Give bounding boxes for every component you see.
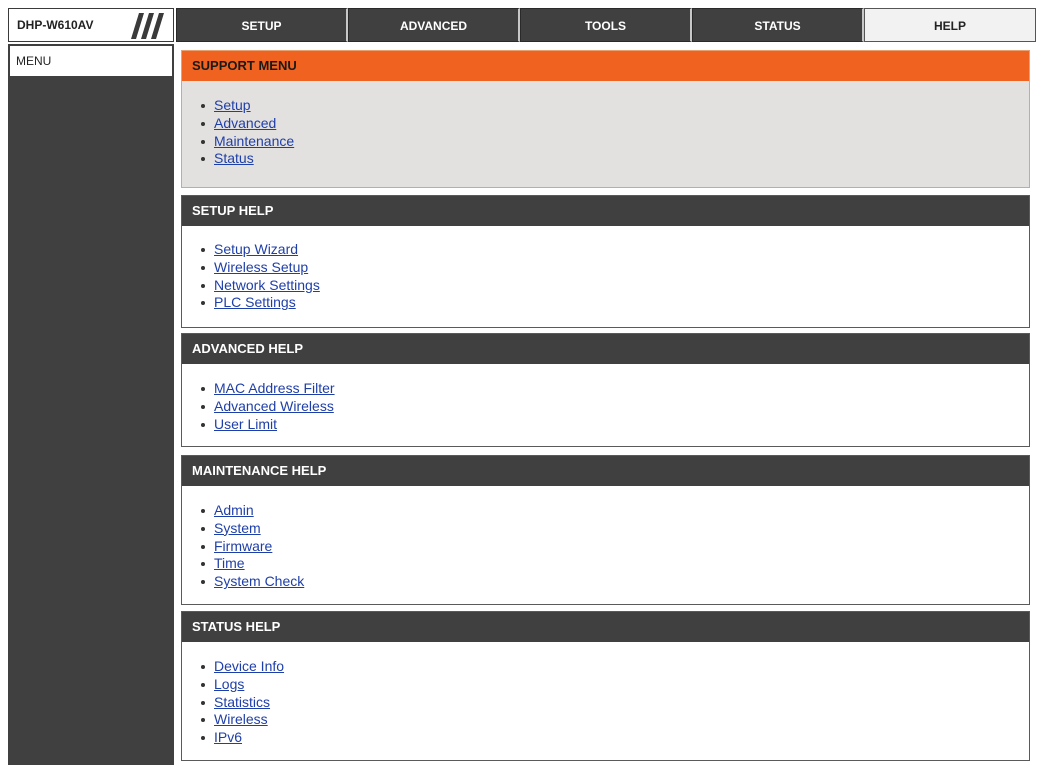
support-menu-panel: SUPPORT MENU Setup Advanced Maintenance … bbox=[181, 50, 1030, 188]
link-network-settings[interactable]: Network Settings bbox=[214, 277, 320, 293]
list-item: Status bbox=[201, 150, 1029, 168]
list-item: System bbox=[201, 520, 1029, 538]
support-menu-list: Setup Advanced Maintenance Status bbox=[182, 81, 1029, 168]
setup-help-title: SETUP HELP bbox=[182, 196, 1029, 226]
list-item: Setup Wizard bbox=[201, 241, 1029, 259]
link-wireless-setup[interactable]: Wireless Setup bbox=[214, 259, 308, 275]
link-plc-settings[interactable]: PLC Settings bbox=[214, 294, 296, 310]
list-item: Device Info bbox=[201, 658, 1029, 676]
link-logs[interactable]: Logs bbox=[214, 676, 244, 692]
sidebar-item-menu[interactable]: MENU bbox=[10, 46, 172, 76]
list-item: Wireless Setup bbox=[201, 259, 1029, 277]
model-name: DHP-W610AV bbox=[17, 18, 94, 32]
link-status[interactable]: Status bbox=[214, 150, 254, 166]
list-item: Time bbox=[201, 555, 1029, 573]
advanced-help-panel: ADVANCED HELP MAC Address Filter Advance… bbox=[181, 333, 1030, 447]
advanced-help-title: ADVANCED HELP bbox=[182, 334, 1029, 364]
tab-advanced[interactable]: ADVANCED bbox=[348, 8, 520, 42]
status-help-list: Device Info Logs Statistics Wireless IPv… bbox=[182, 642, 1029, 747]
list-item: Logs bbox=[201, 676, 1029, 694]
tab-tools[interactable]: TOOLS bbox=[520, 8, 692, 42]
support-menu-title: SUPPORT MENU bbox=[182, 51, 1029, 81]
list-item: Network Settings bbox=[201, 277, 1029, 295]
maintenance-help-panel: MAINTENANCE HELP Admin System Firmware T… bbox=[181, 455, 1030, 605]
model-label-box: DHP-W610AV bbox=[8, 8, 174, 42]
list-item: PLC Settings bbox=[201, 294, 1029, 312]
link-firmware[interactable]: Firmware bbox=[214, 538, 272, 554]
list-item: Statistics bbox=[201, 694, 1029, 712]
status-help-title: STATUS HELP bbox=[182, 612, 1029, 642]
list-item: Advanced Wireless bbox=[201, 398, 1029, 416]
list-item: Firmware bbox=[201, 538, 1029, 556]
main-tabs: SETUP ADVANCED TOOLS STATUS HELP bbox=[176, 8, 1036, 42]
setup-help-list: Setup Wizard Wireless Setup Network Sett… bbox=[182, 226, 1029, 312]
list-item: Setup bbox=[201, 97, 1029, 115]
list-item: System Check bbox=[201, 573, 1029, 591]
slashes-logo-icon bbox=[131, 13, 164, 39]
link-setup-wizard[interactable]: Setup Wizard bbox=[214, 241, 298, 257]
link-maintenance[interactable]: Maintenance bbox=[214, 133, 294, 149]
link-admin[interactable]: Admin bbox=[214, 502, 254, 518]
list-item: Wireless bbox=[201, 711, 1029, 729]
tab-setup[interactable]: SETUP bbox=[176, 8, 348, 42]
list-item: MAC Address Filter bbox=[201, 380, 1029, 398]
setup-help-panel: SETUP HELP Setup Wizard Wireless Setup N… bbox=[181, 195, 1030, 328]
maintenance-help-list: Admin System Firmware Time System Check bbox=[182, 486, 1029, 591]
status-help-panel: STATUS HELP Device Info Logs Statistics … bbox=[181, 611, 1030, 761]
link-system-check[interactable]: System Check bbox=[214, 573, 304, 589]
list-item: User Limit bbox=[201, 416, 1029, 434]
link-setup[interactable]: Setup bbox=[214, 97, 251, 113]
tab-status[interactable]: STATUS bbox=[692, 8, 864, 42]
tab-help[interactable]: HELP bbox=[864, 8, 1036, 42]
link-system[interactable]: System bbox=[214, 520, 261, 536]
link-ipv6[interactable]: IPv6 bbox=[214, 729, 242, 745]
sidebar: MENU bbox=[8, 44, 174, 765]
link-wireless[interactable]: Wireless bbox=[214, 711, 268, 727]
link-statistics[interactable]: Statistics bbox=[214, 694, 270, 710]
link-mac-address-filter[interactable]: MAC Address Filter bbox=[214, 380, 335, 396]
link-advanced[interactable]: Advanced bbox=[214, 115, 276, 131]
maintenance-help-title: MAINTENANCE HELP bbox=[182, 456, 1029, 486]
top-navigation-bar: DHP-W610AV SETUP ADVANCED TOOLS STATUS H… bbox=[8, 8, 1036, 42]
link-advanced-wireless[interactable]: Advanced Wireless bbox=[214, 398, 334, 414]
list-item: Advanced bbox=[201, 115, 1029, 133]
list-item: Admin bbox=[201, 502, 1029, 520]
link-time[interactable]: Time bbox=[214, 555, 245, 571]
advanced-help-list: MAC Address Filter Advanced Wireless Use… bbox=[182, 364, 1029, 433]
list-item: IPv6 bbox=[201, 729, 1029, 747]
link-user-limit[interactable]: User Limit bbox=[214, 416, 277, 432]
link-device-info[interactable]: Device Info bbox=[214, 658, 284, 674]
list-item: Maintenance bbox=[201, 133, 1029, 151]
